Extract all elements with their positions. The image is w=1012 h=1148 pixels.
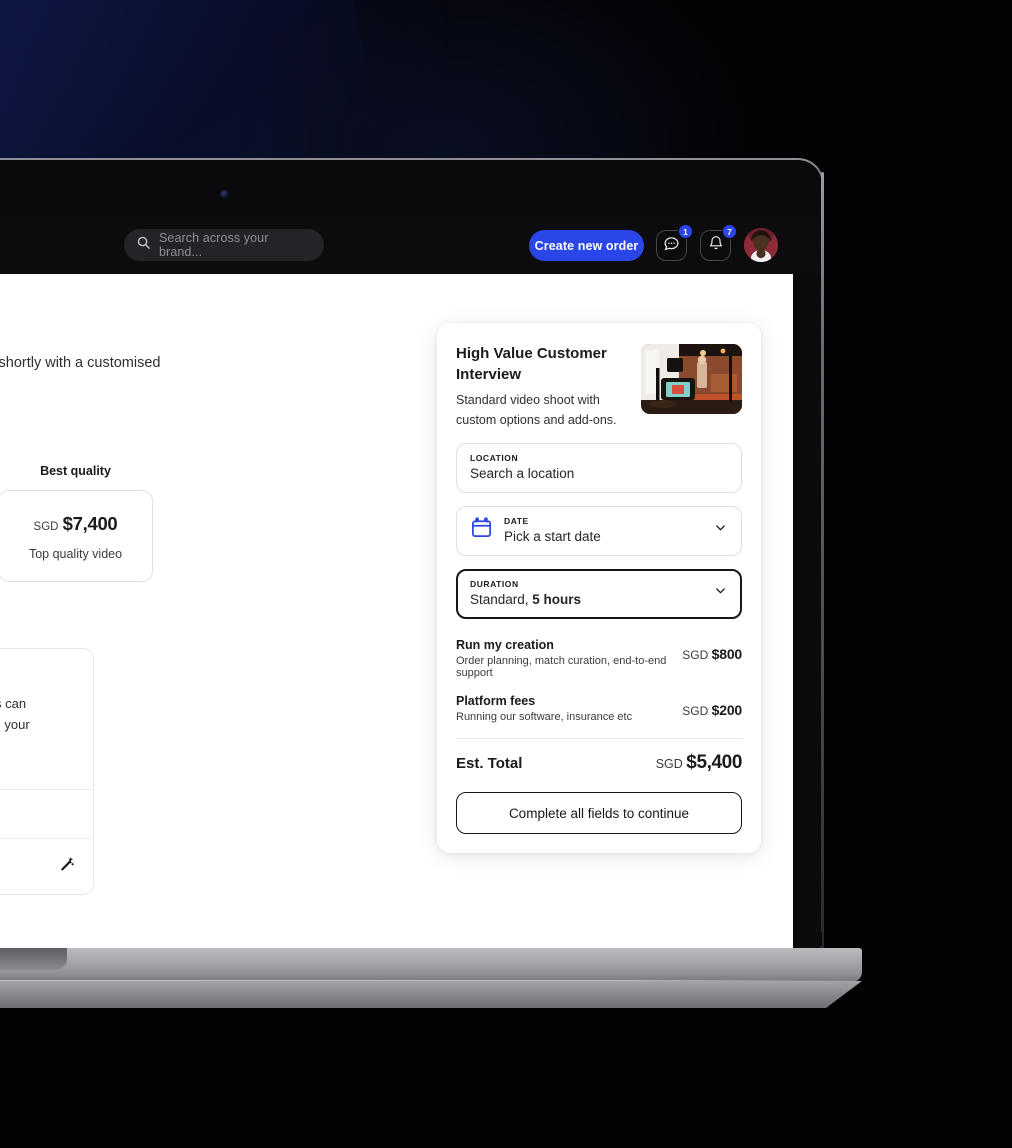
tier-price: SGD $7,400 xyxy=(9,513,142,535)
estimated-total-currency: SGD xyxy=(655,757,683,772)
divider xyxy=(456,738,742,740)
package-tier-row: Best value SGD $5,400 Advanced quality v… xyxy=(0,464,153,584)
notifications-button[interactable]: 7 xyxy=(700,224,737,261)
line-item-name: Run my creation xyxy=(456,638,554,653)
magic-wand-icon[interactable] xyxy=(59,856,75,877)
tier-tag: Best quality xyxy=(40,464,111,478)
search-input[interactable]: Search across your brand... xyxy=(124,229,324,261)
content-card-text: Customer Story With its full-screen, ver… xyxy=(0,667,49,767)
chat-bubble-icon xyxy=(663,235,680,257)
line-item-amount: SGD $200 xyxy=(682,694,742,718)
tier-description: Top quality video xyxy=(28,547,123,561)
content-card-title: Customer Story xyxy=(0,668,49,684)
line-item-description: Order planning, match curation, end-to-e… xyxy=(456,655,667,680)
laptop-base-bottom xyxy=(0,981,862,1008)
location-field-value: Search a location xyxy=(470,466,575,482)
webcam-icon xyxy=(220,190,229,199)
content-card-blank-row xyxy=(0,790,93,838)
notifications-badge: 7 xyxy=(722,224,737,239)
location-field-label: LOCATION xyxy=(470,453,519,464)
app-body: re your order ing fields to get a more a… xyxy=(0,274,793,948)
duration-value-bold: 5 hours xyxy=(532,592,582,608)
chat-badge: 1 xyxy=(678,224,693,239)
content-card-top: Customer Story With its full-screen, ver… xyxy=(0,649,93,789)
duration-field[interactable]: DURATION Standard, 5 hours xyxy=(456,569,742,620)
app-header: Search across your brand... Create new o… xyxy=(0,216,820,274)
laptop-screen: Search across your brand... Create new o… xyxy=(0,216,820,948)
content-card-row[interactable]: he primary interview with the customer xyxy=(0,839,93,894)
date-field-value: Pick a start date xyxy=(504,529,601,545)
line-item-amount: SGD $800 xyxy=(682,638,742,662)
laptop-base-top xyxy=(0,948,862,982)
line-item-row: Platform fees Running our software, insu… xyxy=(456,694,742,723)
date-field[interactable]: DATE Pick a start date xyxy=(456,506,742,557)
line-item-text: Platform fees Running our software, insu… xyxy=(456,694,632,723)
estimated-total-amount: SGD $5,400 xyxy=(655,752,743,774)
bell-icon xyxy=(708,235,724,256)
estimated-total-value: $5,400 xyxy=(686,752,742,774)
chevron-down-icon[interactable] xyxy=(713,520,728,540)
line-item-description: Running our software, insurance etc xyxy=(456,711,633,724)
calendar-icon xyxy=(470,516,493,544)
laptop-lid: Search across your brand... Create new o… xyxy=(0,158,824,948)
search-icon xyxy=(136,235,151,255)
summary-title: High Value Customer Interview xyxy=(456,345,607,383)
line-item-row: Run my creation Order planning, match cu… xyxy=(456,638,742,679)
line-item-currency: SGD xyxy=(682,648,709,663)
content-card-description: With its full-screen, vertical format, y… xyxy=(0,696,30,733)
order-summary-card: High Value Customer Interview Standard v… xyxy=(437,323,761,854)
chevron-down-icon[interactable] xyxy=(713,583,728,603)
duration-field-label: DURATION xyxy=(470,579,519,590)
tier-card[interactable]: SGD $7,400 Top quality video xyxy=(0,490,153,582)
tier-amount: $7,400 xyxy=(62,513,118,534)
summary-line-items: Run my creation Order planning, match cu… xyxy=(456,638,742,774)
location-field-main: LOCATION Search a location xyxy=(470,453,728,481)
date-field-main: DATE Pick a start date xyxy=(504,516,702,544)
laptop-base xyxy=(0,948,862,1010)
duration-field-main: DURATION Standard, 5 hours xyxy=(470,579,702,607)
line-item-value: $800 xyxy=(711,646,743,663)
complete-fields-button[interactable]: Complete all fields to continue xyxy=(456,792,742,835)
date-field-label: DATE xyxy=(504,516,529,527)
summary-subtitle: Standard video shoot with custom options… xyxy=(456,393,617,427)
line-item-value: $200 xyxy=(711,702,743,719)
summary-header-text: High Value Customer Interview Standard v… xyxy=(456,344,627,430)
laptop-lid-edge-right xyxy=(821,172,824,932)
content-card: Customer Story With its full-screen, ver… xyxy=(0,648,94,895)
duration-field-value: Standard, 5 hours xyxy=(470,592,702,607)
user-avatar xyxy=(744,228,778,262)
search-placeholder: Search across your brand... xyxy=(159,231,269,259)
line-item-currency: SGD xyxy=(682,704,709,719)
tier-option-best-quality[interactable]: Best quality SGD $7,400 Top quality vide… xyxy=(0,464,153,582)
summary-header: High Value Customer Interview Standard v… xyxy=(456,344,742,430)
line-item-text: Run my creation Order planning, match cu… xyxy=(456,638,668,679)
avatar[interactable] xyxy=(744,228,778,262)
location-field[interactable]: LOCATION Search a location xyxy=(456,443,742,494)
laptop-mockup: Search across your brand... Create new o… xyxy=(0,158,862,1008)
video-shoot-thumbnail xyxy=(641,344,742,414)
create-new-order-button[interactable]: Create new order xyxy=(529,230,644,261)
page-subtitle: ing fields to get a more accurate quote.… xyxy=(0,355,161,371)
estimated-total-label: Est. Total xyxy=(456,754,523,772)
duration-value-prefix: Standard, xyxy=(470,592,533,608)
tier-currency: SGD xyxy=(33,521,59,533)
estimated-total-row: Est. Total SGD $5,400 xyxy=(456,752,742,774)
line-item-name: Platform fees xyxy=(456,694,536,709)
laptop-base-notch xyxy=(0,948,67,970)
chat-button[interactable]: 1 xyxy=(656,224,693,261)
